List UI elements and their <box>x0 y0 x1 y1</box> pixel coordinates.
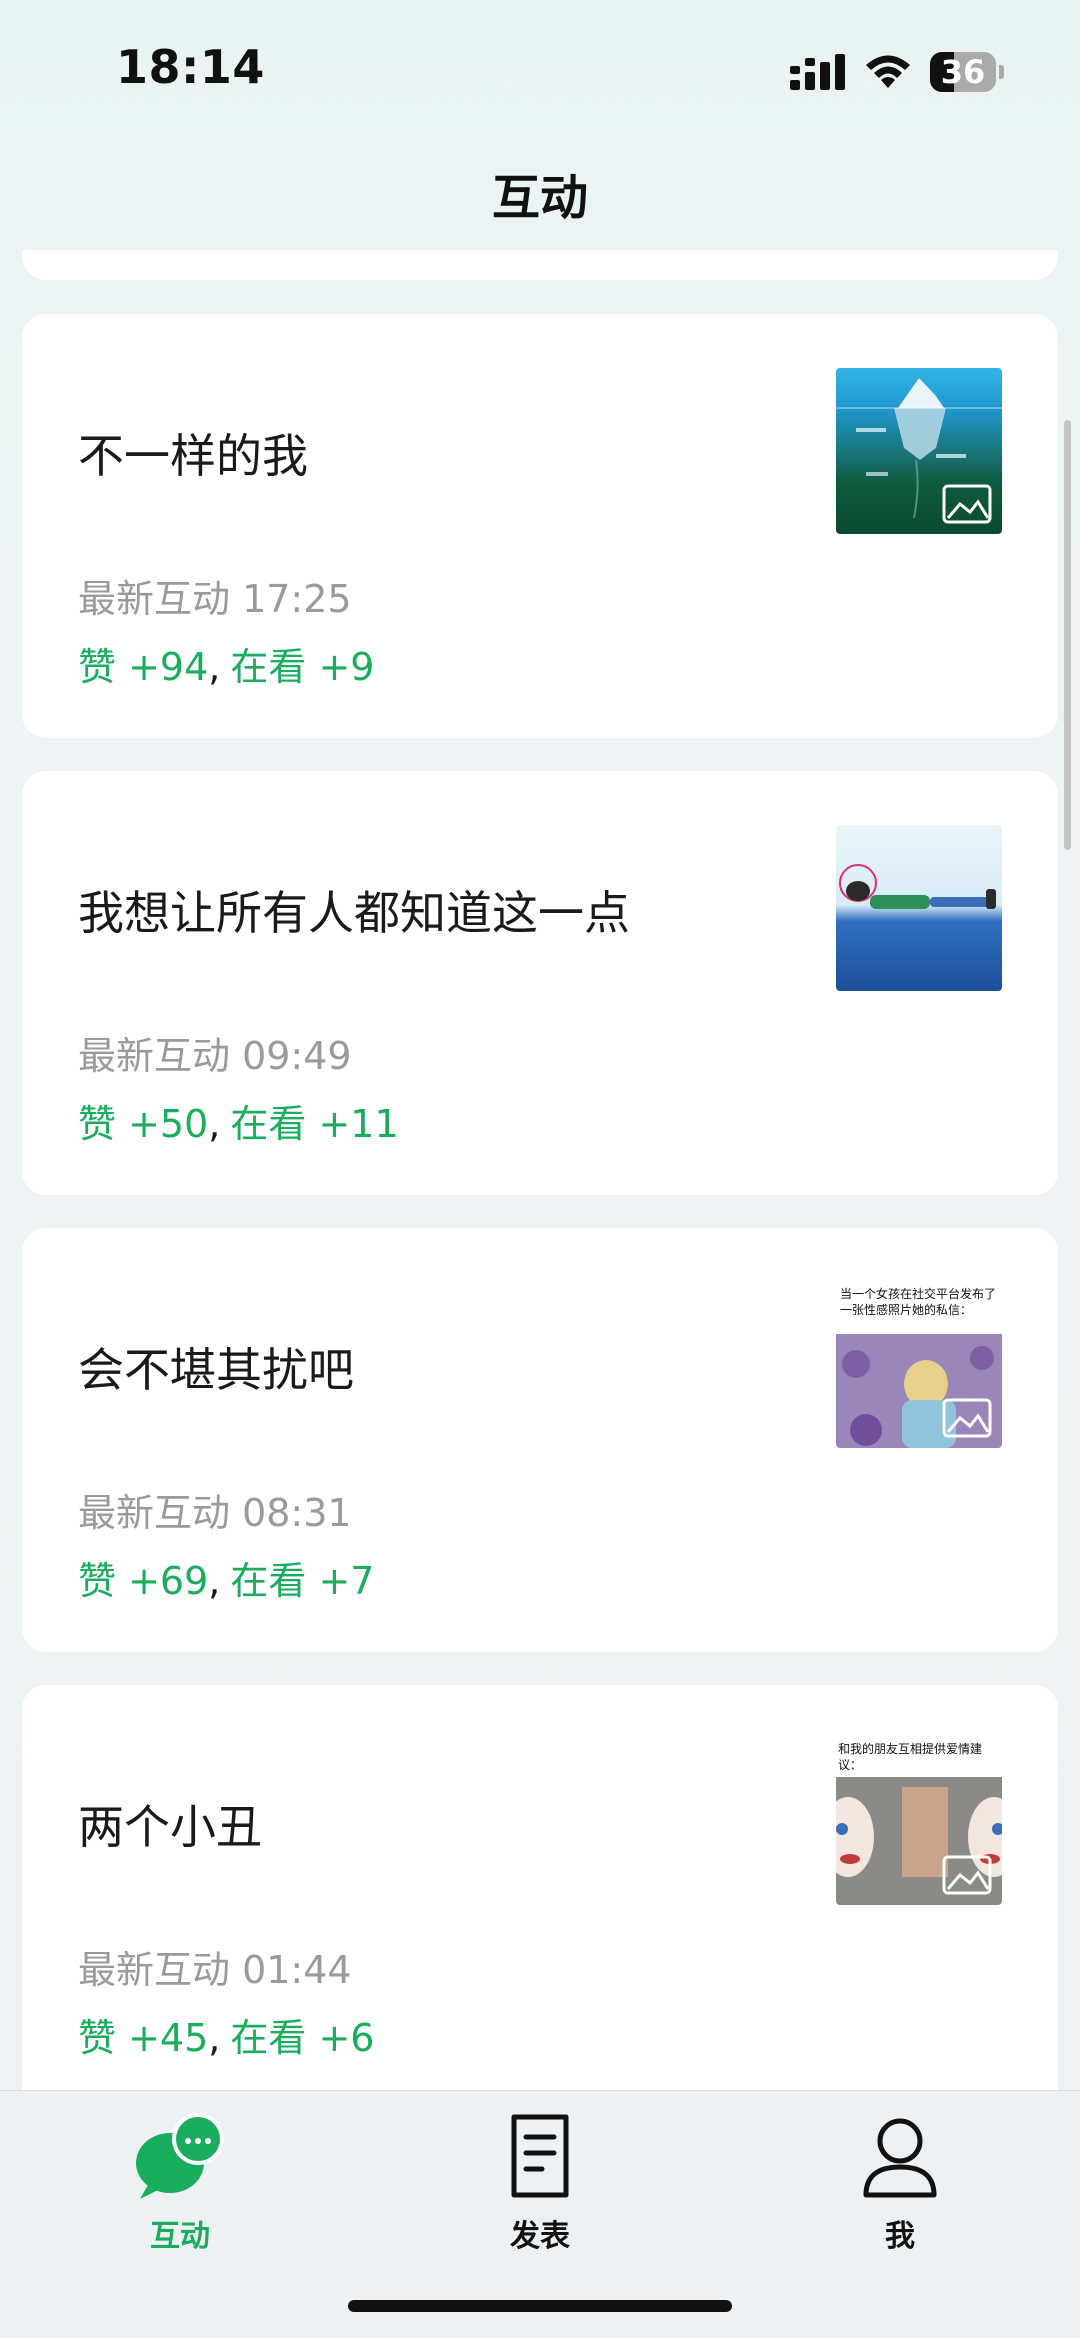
stats-separator: , <box>208 2016 221 2060</box>
signal-icon <box>790 54 845 90</box>
list-item[interactable]: 两个小丑 最新互动 01:44 赞 +45, 在看 +6 和我的朋友互相提供爱情建… <box>22 1685 1058 2090</box>
interaction-stats: 赞 +50, 在看 +11 <box>78 1093 399 1148</box>
stats-separator: , <box>208 1102 221 1146</box>
post-thumbnail[interactable]: 当一个女孩在社交平台发布了一张性感照片她的私信： <box>836 1282 1002 1448</box>
latest-interaction-time: 最新互动 08:31 <box>78 1491 352 1535</box>
post-thumbnail[interactable]: 和我的朋友互相提供爱情建议： <box>836 1739 1002 1905</box>
post-title: 不一样的我 <box>78 429 308 483</box>
battery-level: 36 <box>940 53 986 91</box>
views-count: 在看 +11 <box>230 1102 399 1146</box>
interaction-stats: 赞 +45, 在看 +6 <box>78 2007 374 2062</box>
status-time: 18:14 <box>116 40 265 94</box>
post-title: 两个小丑 <box>78 1800 262 1854</box>
person-icon <box>863 2118 937 2198</box>
tab-publish[interactable]: 发表 <box>440 2111 640 2254</box>
post-title: 会不堪其扰吧 <box>78 1343 354 1397</box>
image-icon <box>942 484 992 524</box>
home-indicator <box>348 2300 732 2312</box>
document-icon <box>511 2114 569 2198</box>
status-bar: 18:14 36 <box>0 0 1080 130</box>
post-title: 我想让所有人都知道这一点 <box>78 886 630 940</box>
interaction-stats: 赞 +69, 在看 +7 <box>78 1550 374 1605</box>
stats-separator: , <box>208 1559 221 1603</box>
tab-me[interactable]: 我 <box>800 2111 1000 2254</box>
latest-interaction-time: 最新互动 17:25 <box>78 577 352 621</box>
scrollbar[interactable] <box>1064 420 1071 850</box>
interaction-stats: 赞 +94, 在看 +9 <box>78 636 374 691</box>
battery-icon: 36 <box>930 52 1006 92</box>
chat-bubbles-icon <box>136 2113 224 2199</box>
tab-label: 发表 <box>510 2219 570 2254</box>
page-title: 互动 <box>491 170 588 226</box>
likes-count: 赞 +69 <box>78 1559 209 1603</box>
likes-count: 赞 +45 <box>78 2016 209 2060</box>
views-count: 在看 +9 <box>230 645 375 689</box>
views-count: 在看 +7 <box>230 1559 375 1603</box>
views-count: 在看 +6 <box>230 2016 375 2060</box>
list-item-partial[interactable] <box>22 250 1058 280</box>
thumbnail-caption: 当一个女孩在社交平台发布了一张性感照片她的私信： <box>840 1287 997 1317</box>
likes-count: 赞 +94 <box>78 645 209 689</box>
list-item[interactable]: 我想让所有人都知道这一点 最新互动 09:49 赞 +50, 在看 +11 <box>22 771 1058 1195</box>
thumbnail-caption: 和我的朋友互相提供爱情建议： <box>838 1742 983 1772</box>
image-icon <box>942 1855 992 1895</box>
image-icon <box>942 1398 992 1438</box>
wifi-icon <box>866 55 910 88</box>
interaction-list[interactable]: 不一样的我 最新互动 17:25 赞 +94, 在看 +9 我想让所有人都知道这一… <box>0 250 1080 2090</box>
latest-interaction-time: 最新互动 09:49 <box>78 1034 352 1078</box>
post-thumbnail[interactable] <box>836 825 1002 991</box>
tab-label: 互动 <box>150 2219 210 2254</box>
post-thumbnail[interactable] <box>836 368 1002 534</box>
tab-interactions[interactable]: 互动 <box>80 2111 280 2254</box>
list-item[interactable]: 会不堪其扰吧 最新互动 08:31 赞 +69, 在看 +7 当一个女孩在社交平台… <box>22 1228 1058 1652</box>
likes-count: 赞 +50 <box>78 1102 209 1146</box>
latest-interaction-time: 最新互动 01:44 <box>78 1948 352 1992</box>
tab-label: 我 <box>885 2219 915 2254</box>
list-item[interactable]: 不一样的我 最新互动 17:25 赞 +94, 在看 +9 <box>22 314 1058 738</box>
stats-separator: , <box>208 645 221 689</box>
